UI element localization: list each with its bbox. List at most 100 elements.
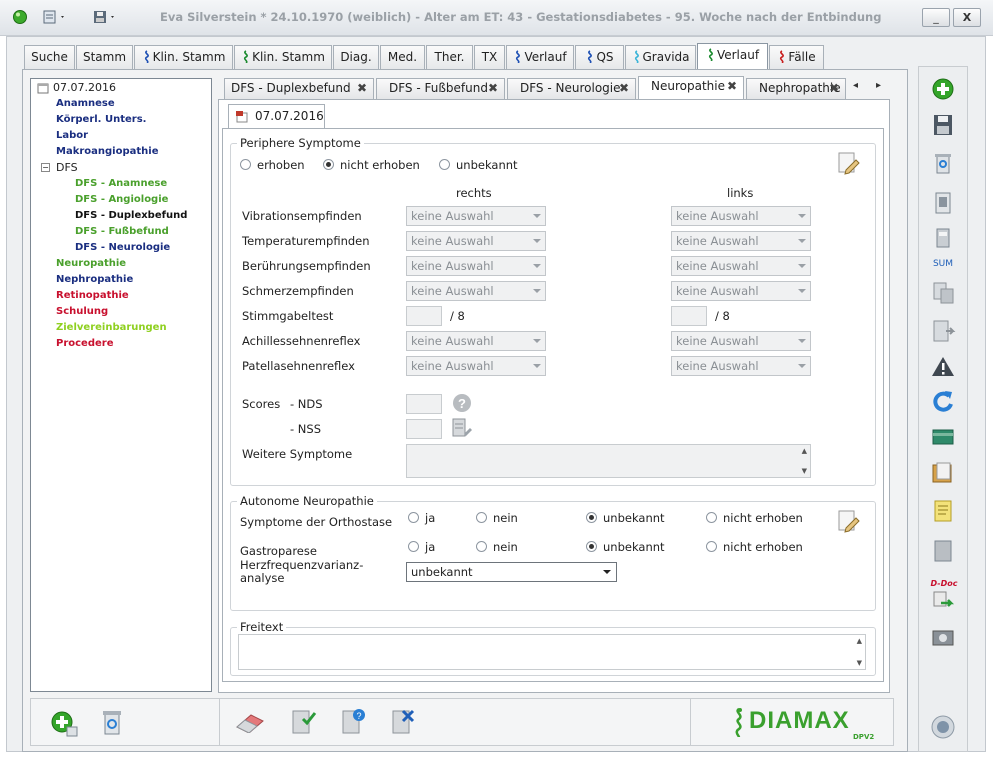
close-tab-icon[interactable]: ✖	[727, 77, 737, 96]
tree-item[interactable]: Körperl. Unters.	[56, 112, 236, 128]
close-tab-icon[interactable]: ✖	[357, 79, 367, 98]
tree-item[interactable]: Zielvereinbarungen	[56, 320, 236, 336]
scroll-up-icon[interactable]: ▲	[802, 447, 807, 455]
help-circle-icon[interactable]	[929, 713, 957, 741]
symptom-select-right[interactable]: keine Auswahl	[406, 206, 546, 226]
main-tab-11[interactable]: Verlauf	[697, 43, 768, 69]
stimmgabel-field-right[interactable]	[406, 306, 442, 326]
approve-document-icon[interactable]	[289, 705, 319, 739]
camera-icon[interactable]	[929, 623, 957, 651]
eraser-icon[interactable]	[233, 711, 267, 734]
symptom-select-right[interactable]: keine Auswahl	[406, 331, 546, 351]
tree-item[interactable]: Labor	[56, 128, 236, 144]
add-item-icon[interactable]	[49, 709, 79, 739]
tab-scroll-left-icon[interactable]: ◂	[853, 80, 858, 91]
periphere-status-radio[interactable]: unbekannt	[439, 158, 518, 172]
main-tab-0[interactable]: Suche	[24, 45, 75, 69]
hrv-select[interactable]: unbekannt	[406, 562, 617, 582]
tab-date[interactable]: 07.07.2016	[228, 104, 325, 128]
tree-collapse-icon[interactable]: −	[41, 163, 50, 172]
close-tab-icon[interactable]: ✖	[488, 79, 498, 98]
export-document-icon[interactable]	[929, 317, 957, 345]
main-tab-9[interactable]: QS	[575, 45, 624, 69]
sum-label[interactable]: SUM	[929, 259, 957, 269]
autonome-option-radio[interactable]: nicht erhoben	[706, 540, 803, 554]
main-tab-10[interactable]: Gravida	[625, 45, 696, 69]
sub-tab-4[interactable]: Nephropathie ✖	[746, 78, 846, 99]
edit-notes-icon-2[interactable]	[836, 508, 862, 534]
document-calc-icon[interactable]	[929, 189, 957, 217]
save-menu-icon[interactable]	[92, 9, 114, 25]
tree-item[interactable]: Retinopathie	[56, 288, 236, 304]
main-tab-1[interactable]: Stamm	[76, 45, 133, 69]
main-tab-3[interactable]: Klin. Stamm	[234, 45, 332, 69]
autonome-option-radio[interactable]: unbekannt	[586, 511, 665, 525]
ddoc-label[interactable]: D-Doc	[927, 579, 961, 588]
sub-tab-3[interactable]: Neuropathie ✖	[638, 76, 744, 99]
sub-tab-2[interactable]: DFS - Neurologie ✖	[507, 78, 636, 99]
copy-documents-icon[interactable]	[929, 279, 957, 307]
delete-bin-icon[interactable]	[97, 707, 127, 739]
card-icon[interactable]	[929, 423, 957, 451]
folder-icon[interactable]	[929, 459, 957, 487]
main-tab-4[interactable]: Diag.	[333, 45, 379, 69]
main-tab-12[interactable]: Fälle	[769, 45, 824, 69]
tree-root-date[interactable]: 07.07.2016	[53, 80, 233, 96]
scroll-down-icon[interactable]: ▼	[857, 659, 862, 667]
sub-tab-1[interactable]: DFS - Fußbefund ✖	[376, 78, 505, 99]
reject-document-icon[interactable]	[389, 705, 419, 739]
symptom-select-left[interactable]: keine Auswahl	[671, 331, 811, 351]
tree-item[interactable]: Neuropathie	[56, 256, 236, 272]
notes-icon[interactable]	[929, 497, 957, 525]
refresh-icon[interactable]	[929, 387, 957, 415]
query-document-icon[interactable]: ?	[339, 705, 369, 739]
periphere-status-radio[interactable]: erhoben	[240, 158, 305, 172]
help-icon[interactable]: ?	[452, 393, 472, 413]
periphere-status-radio[interactable]: nicht erhoben	[323, 158, 420, 172]
warning-icon[interactable]	[929, 353, 957, 381]
main-tab-5[interactable]: Med.	[380, 45, 425, 69]
tree-item[interactable]: DFS	[56, 160, 236, 176]
status-globe-icon[interactable]	[12, 9, 28, 25]
minimize-button[interactable]: _	[922, 8, 950, 27]
save-icon[interactable]	[929, 111, 957, 139]
edit-notes-icon[interactable]	[836, 150, 862, 176]
symptom-select-left[interactable]: keine Auswahl	[671, 206, 811, 226]
symptom-select-left[interactable]: keine Auswahl	[671, 231, 811, 251]
scroll-down-icon[interactable]: ▼	[802, 467, 807, 475]
tree-item[interactable]: Anamnese	[56, 96, 236, 112]
document-menu-icon[interactable]	[42, 9, 64, 25]
main-tab-6[interactable]: Ther.	[426, 45, 473, 69]
close-tab-icon[interactable]: ✖	[829, 79, 839, 98]
ddoc-transfer-icon[interactable]	[929, 589, 957, 617]
gray-document-icon[interactable]	[929, 537, 957, 565]
freitext-textarea[interactable]: ▲ ▼	[238, 634, 866, 670]
add-entry-icon[interactable]	[929, 75, 957, 103]
main-tab-7[interactable]: TX	[474, 45, 505, 69]
autonome-option-radio[interactable]: nein	[476, 540, 518, 554]
symptom-select-right[interactable]: keine Auswahl	[406, 281, 546, 301]
autonome-option-radio[interactable]: unbekannt	[586, 540, 665, 554]
recycle-bin-icon[interactable]	[929, 149, 957, 177]
tab-scroll-right-icon[interactable]: ▸	[876, 80, 881, 91]
symptom-select-left[interactable]: keine Auswahl	[671, 356, 811, 376]
weitere-symptome-textarea[interactable]: ▲ ▼	[406, 444, 811, 478]
tree-item[interactable]: Makroangiopathie	[56, 144, 236, 160]
close-window-button[interactable]: X	[953, 8, 981, 27]
symptom-select-right[interactable]: keine Auswahl	[406, 256, 546, 276]
symptom-select-left[interactable]: keine Auswahl	[671, 281, 811, 301]
autonome-option-radio[interactable]: ja	[408, 511, 435, 525]
main-tab-8[interactable]: Verlauf	[506, 45, 574, 69]
autonome-option-radio[interactable]: nicht erhoben	[706, 511, 803, 525]
sub-tab-0[interactable]: DFS - Duplexbefund ✖	[224, 78, 374, 99]
autonome-option-radio[interactable]: ja	[408, 540, 435, 554]
symptom-select-left[interactable]: keine Auswahl	[671, 256, 811, 276]
tree-item[interactable]: Procedere	[56, 336, 236, 352]
scroll-up-icon[interactable]: ▲	[857, 637, 862, 645]
close-tab-icon[interactable]: ✖	[619, 79, 629, 98]
symptom-select-right[interactable]: keine Auswahl	[406, 231, 546, 251]
symptom-select-right[interactable]: keine Auswahl	[406, 356, 546, 376]
stimmgabel-field-left[interactable]	[671, 306, 707, 326]
autonome-option-radio[interactable]: nein	[476, 511, 518, 525]
tree-item[interactable]: Schulung	[56, 304, 236, 320]
